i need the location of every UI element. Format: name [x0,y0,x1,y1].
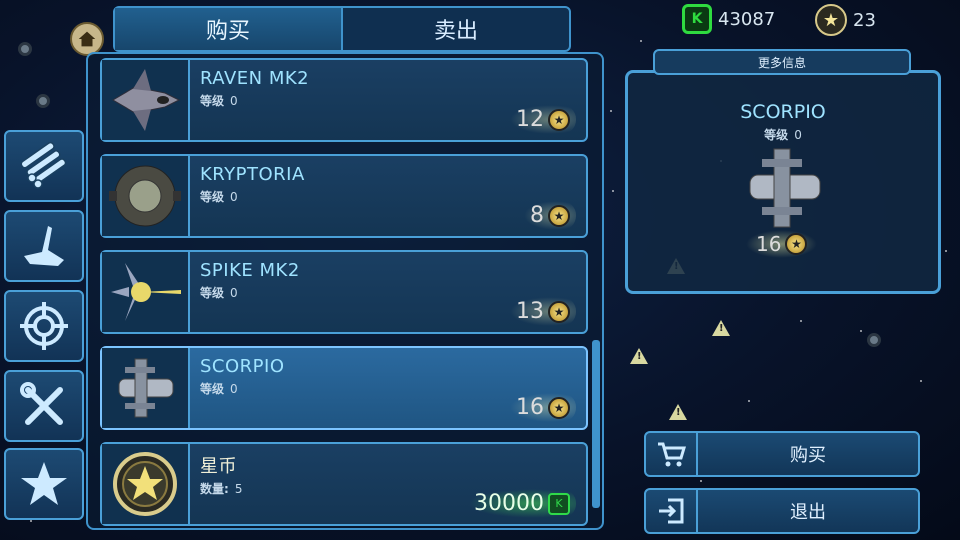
buy-button[interactable]: 购买 [644,431,920,477]
item-level: 等级 0 [200,382,238,396]
exit-icon [646,490,698,532]
scorpio-ship-preview [749,148,821,228]
item-list[interactable]: RAVEN MK2 等级 0 12 ★ KRYPTORIA 等级 0 8 ★ S… [86,52,604,530]
star-coin-icon: ★ [548,108,570,131]
list-item-kryptoria[interactable]: KRYPTORIA 等级 0 8 ★ [100,154,588,238]
spike-ship-icon [111,263,181,321]
item-level: 等级 0 [200,190,238,204]
mine-icon [867,333,881,347]
cart-icon [646,433,698,475]
star-balance: ★ 23 [815,4,876,36]
detail-item-level: 等级 0 [764,128,802,142]
raven-ship-icon [112,69,181,131]
ship-thumbnail [102,156,190,236]
star-coin-icon: ★ [785,233,808,255]
star-icon [21,462,67,505]
item-level: 等级 0 [200,286,238,300]
detail-item-name: SCORPIO [740,101,826,123]
item-price: 8 ★ [524,201,576,230]
item-price: 16 ★ [510,393,576,422]
more-info-button[interactable]: 更多信息 [653,49,911,75]
item-level: 等级 0 [200,94,238,108]
list-scrollbar[interactable] [592,340,600,508]
category-wings-button[interactable] [4,210,84,282]
exit-button[interactable]: 退出 [644,488,920,534]
exit-label: 退出 [790,502,826,523]
tab-sell[interactable]: 卖出 [341,8,569,50]
detail-item-price: 16 ★ [746,230,818,258]
hazard-icon [630,348,648,364]
item-price: 12 ★ [510,105,576,134]
item-name: RAVEN MK2 [200,68,310,89]
hazard-icon [669,404,687,420]
category-special-button[interactable] [4,448,84,520]
mine-icon [18,42,32,56]
shop-tabs: 购买 卖出 [113,6,571,52]
buy-label: 购买 [790,445,826,466]
tools-icon [20,382,63,425]
item-name: SCORPIO [200,356,285,377]
item-price: 13 ★ [510,297,576,326]
star-coin-icon: ★ [548,300,570,323]
star-coin-icon: ★ [548,396,570,419]
home-button[interactable] [70,22,104,56]
gem-balance: K 43087 [682,4,775,34]
item-quantity: 数量: 5 [200,482,243,496]
mine-icon [36,94,50,108]
home-icon [78,31,96,47]
ship-thumbnail [102,444,190,524]
item-name: SPIKE MK2 [200,260,300,281]
category-upgrades-button[interactable] [4,370,84,442]
kryptoria-ship-icon [109,165,181,227]
star-count: 23 [853,9,876,31]
item-price: 30000 K [468,489,576,518]
star-coin-icon [113,452,177,516]
item-detail-panel: SCORPIO 等级 0 16 ★ [625,70,941,294]
list-item-spike-mk2[interactable]: SPIKE MK2 等级 0 13 ★ [100,250,588,334]
list-item-raven-mk2[interactable]: RAVEN MK2 等级 0 12 ★ [100,58,588,142]
gem-icon: K [682,4,712,34]
star-coin-icon: ★ [815,4,847,36]
star-coin-icon: ★ [548,204,570,227]
category-weapons-button[interactable] [4,290,84,362]
list-item-scorpio[interactable]: SCORPIO 等级 0 16 ★ [100,346,588,430]
hazard-icon [712,320,730,336]
item-name: KRYPTORIA [200,164,305,185]
ship-thumbnail [102,60,190,140]
wing-icon [24,226,64,266]
scorpio-ship-icon [118,358,174,418]
tab-buy[interactable]: 购买 [115,8,341,50]
ship-thumbnail [102,348,190,428]
missiles-icon [20,141,67,189]
crosshair-icon [20,302,68,350]
list-item-star-coins[interactable]: 星币 数量: 5 30000 K [100,442,588,526]
gem-count: 43087 [718,8,776,30]
item-name: 星币 [200,456,237,477]
gem-icon: K [548,492,570,515]
category-missiles-button[interactable] [4,130,84,202]
ship-thumbnail [102,252,190,332]
